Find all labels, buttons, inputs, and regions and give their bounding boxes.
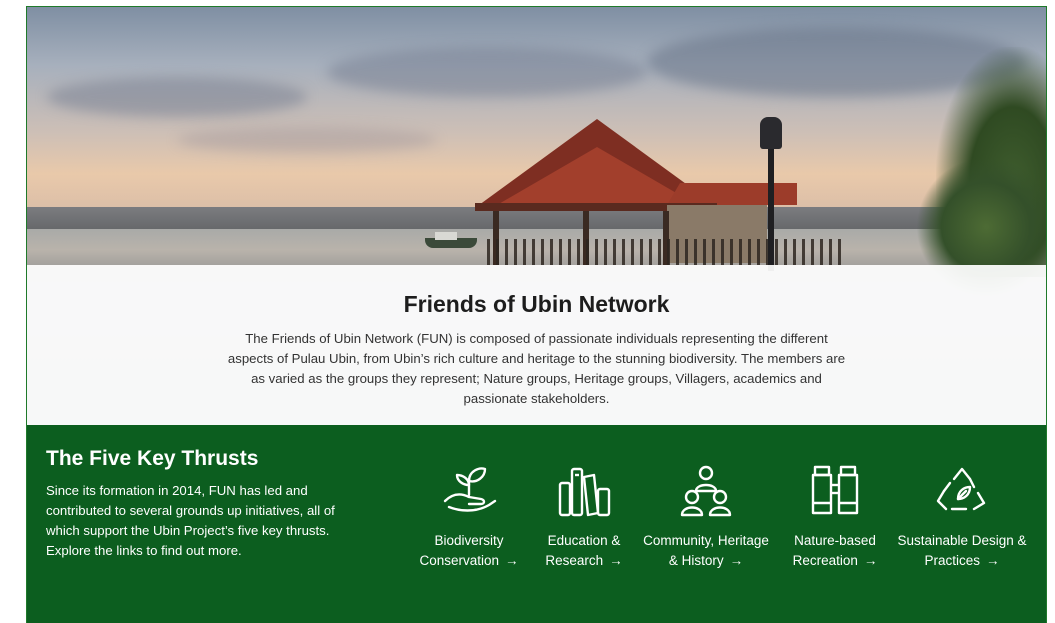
intro-paragraph: The Friends of Ubin Network (FUN) is com… [227,331,846,406]
recycle-leaf-icon [936,467,986,511]
thrust-link-biodiversity[interactable]: Biodiversity Conservation → [404,531,534,571]
thrust-community: Community, Heritage & History → [641,463,771,571]
binoculars-icon [811,465,859,515]
page-frame: Friends of Ubin Network The Friends of U… [26,6,1047,623]
thrust-link-recreation[interactable]: Nature-based Recreation → [770,531,900,571]
section-title: The Five Key Thrusts [46,447,259,470]
thrust-link-education[interactable]: Education & Research → [519,531,649,571]
thrust-education: Education & Research → [519,463,649,571]
intro-panel: Friends of Ubin Network The Friends of U… [27,265,1046,425]
people-group-icon [680,465,732,517]
thrust-link-community[interactable]: Community, Heritage & History → [641,531,771,571]
page-title: Friends of Ubin Network [403,291,670,317]
thrust-biodiversity: Biodiversity Conservation → [404,463,534,571]
thrust-sustainable: Sustainable Design & Practices → [897,463,1027,571]
books-icon [558,467,611,517]
hand-sprout-icon [443,467,497,512]
section-lead: Since its formation in 2014, FUN has led… [46,483,335,558]
thrust-recreation: Nature-based Recreation → [770,463,900,571]
five-thrusts-section: The Five Key Thrusts Since its formation… [27,425,1046,623]
thrust-link-sustainable[interactable]: Sustainable Design & Practices → [897,531,1027,571]
